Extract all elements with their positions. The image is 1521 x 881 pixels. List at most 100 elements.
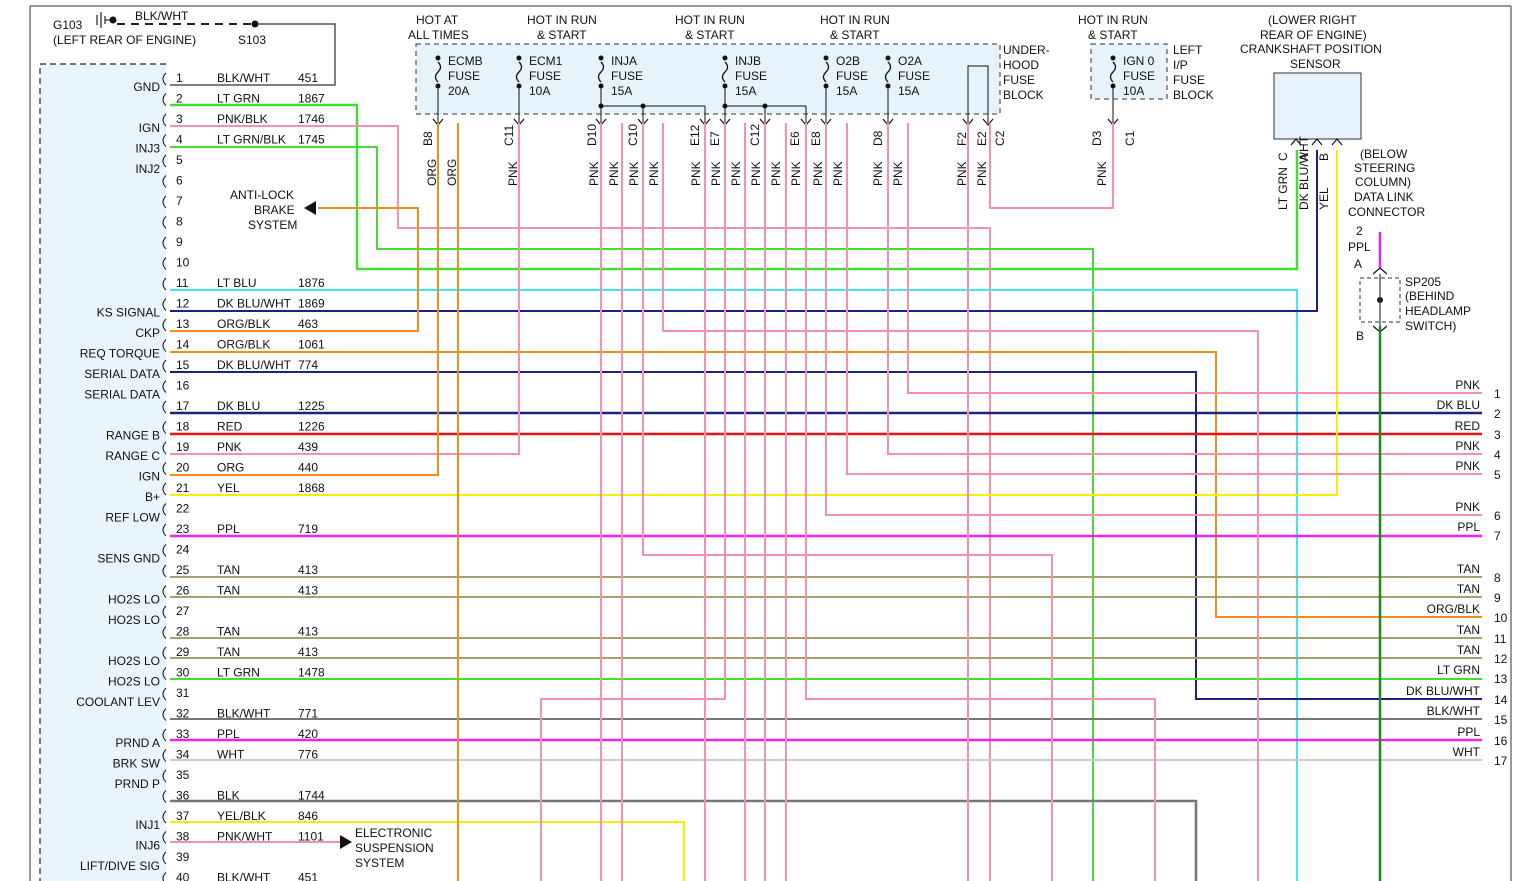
pin-function: SERIAL DATA [84,388,160,402]
pin-number: 16 [176,379,190,393]
pin-wire-color: PNK [217,440,242,454]
pin-wire-color: TAN [217,563,240,577]
hot-label-line2: & START [830,28,880,42]
right-wire-color: RED [1455,419,1481,433]
fuse-name: ECMB [448,54,483,68]
right-wire-number: 14 [1494,693,1508,707]
pin-wire-color: TAN [217,584,240,598]
right-wire-number: 10 [1494,611,1508,625]
right-wire-number: 15 [1494,713,1508,727]
wire-color-label: PNK [789,161,803,186]
pin-function: COOLANT LEV [76,695,160,709]
wire-color-label: PNK [709,161,723,186]
right-wire-number: 1 [1494,387,1501,401]
pin-function: REQ TORQUE [80,347,160,361]
pin-number: 17 [176,399,190,413]
pin-wire-color: BLK/WHT [217,71,271,85]
hot-label-line1: HOT IN RUN [675,13,745,27]
pin-number: 32 [176,707,190,721]
pin-wire-color: ORG [217,461,244,475]
splice-desc: (BEHIND [1405,289,1455,303]
dlc-label: CONNECTOR [1348,205,1425,219]
pin-wire-color: PPL [217,522,240,536]
right-wire-number: 16 [1494,734,1508,748]
abs-label: ANTI-LOCK [230,188,294,202]
wire-pnk [805,123,1156,881]
pin-circuit-number: 1225 [298,399,325,413]
pin-number: 26 [176,584,190,598]
pin-circuit-number: 413 [298,625,318,639]
connector-terminal-label: C10 [626,124,640,146]
hot-label-line2: ALL TIMES [408,28,469,42]
fuse-name: O2A [898,54,922,68]
dlc-label: STEERING [1354,161,1415,175]
pin-function: RANGE C [105,449,160,463]
abs-label: SYSTEM [248,218,297,232]
left-ip-block-label: LEFT [1173,43,1203,57]
wire-pnk-blk-1746 [170,125,991,881]
wire-color-label: PNK [831,161,845,186]
pin-number: 15 [176,358,190,372]
fuse-terminal [516,55,522,61]
hot-label-line2: & START [537,28,587,42]
wire-color-label: PNK [506,161,520,186]
esc-label: ELECTRONIC [355,826,433,840]
hot-label-line1: HOT IN RUN [527,13,597,27]
right-wire-number: 9 [1494,591,1501,605]
pin-function: BRK SW [113,757,161,771]
wire-lt-grn-1867 [170,103,1299,271]
pin-function: RANGE B [106,429,160,443]
pin-function: CKP [135,326,160,340]
fuse-rating: 15A [735,84,756,98]
left-ip-block-label: BLOCK [1173,88,1214,102]
pin-function: HO2S LO [108,675,160,689]
right-wire-number: 3 [1494,428,1501,442]
connector-terminal-label: F2 [955,132,969,146]
fuse-terminal [598,55,604,61]
connector-terminal-label: D10 [585,124,599,146]
right-wire-color: PNK [1455,459,1480,473]
pin-function: KS SIGNAL [97,306,161,320]
pin-circuit-number: 1746 [298,112,325,126]
wire-color-label: PNK [955,161,969,186]
pin-function: HO2S LO [108,654,160,668]
fuse-rating: 15A [898,84,919,98]
pin-wire-color: RED [217,420,243,434]
right-wire-color: WHT [1453,745,1481,759]
wire-color-label: PNK [647,161,661,186]
pin-number: 36 [176,789,190,803]
pin-circuit-number: 440 [298,461,318,475]
ckp-sensor-label: SENSOR [1290,57,1341,71]
right-wire-color: PNK [1455,439,1480,453]
pin-number: 10 [176,256,190,270]
pin-number: 1 [176,71,183,85]
pin-wire-color: TAN [217,645,240,659]
pin-function: REF LOW [105,511,160,525]
pin-number: 6 [176,174,183,188]
pin-circuit-number: 1876 [298,276,325,290]
wire-color-label: PNK [769,161,783,186]
wire-color-label: PNK [871,161,885,186]
pin-number: 39 [176,850,190,864]
ckp-sensor-label: CRANKSHAFT POSITION [1240,42,1382,56]
pin-number: 40 [176,871,190,881]
pin-wire-color: LT GRN [217,666,260,680]
right-wire-number: 2 [1494,407,1501,421]
ground-node [109,16,117,24]
pin-circuit-number: 1101 [298,830,324,844]
splice-arrow-icon [1372,267,1388,275]
wire-color-label: PNK [587,161,601,186]
ign-fuse-rating: 10A [1123,84,1144,98]
right-wire-color: LT GRN [1437,663,1480,677]
splice-dot [640,103,646,109]
underhood-block-label: UNDER- [1003,43,1050,57]
pin-function: INJ3 [135,142,160,156]
pin-number: 30 [176,666,190,680]
ckp-pin-label: B [1317,153,1331,161]
pin-wire-color: DK BLU/WHT [217,358,292,372]
right-wire-color: PNK [1455,500,1480,514]
pin-function: HO2S LO [108,613,160,627]
pin-number: 7 [176,194,183,208]
ign-fuse-name: IGN 0 [1123,54,1155,68]
right-wire-color: TAN [1457,582,1480,596]
